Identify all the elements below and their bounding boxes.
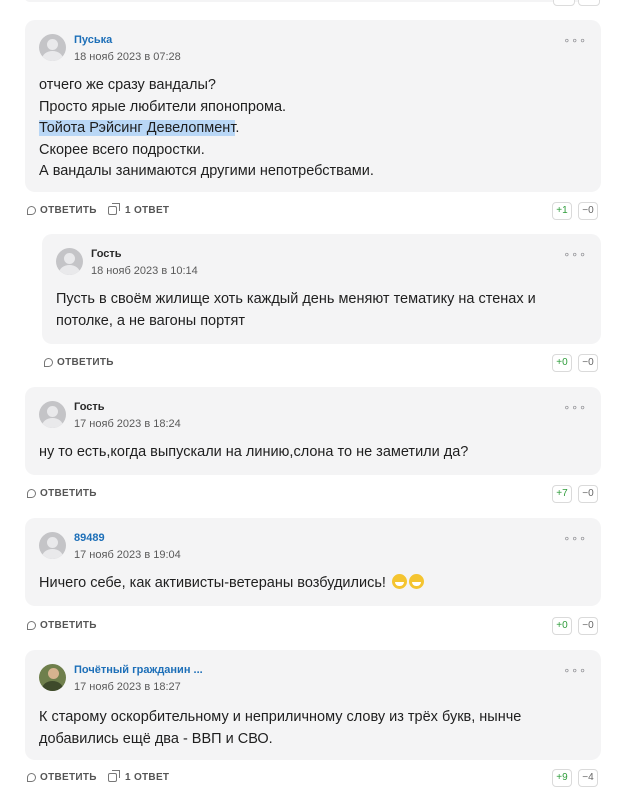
comment-date: 17 нояб 2023 в 18:24 [74, 418, 181, 430]
reply-label: ОТВЕТИТЬ [57, 357, 114, 368]
comment-author[interactable]: Почётный гражданин ... [74, 664, 203, 677]
vote-up-button[interactable]: +9 [552, 769, 572, 787]
comment-author[interactable]: Пуська [74, 34, 181, 47]
replies-count-button[interactable]: 1 ОТВЕТ [108, 770, 170, 783]
comment-author: Гость [74, 401, 105, 413]
vote-down-button[interactable]: −4 [578, 769, 598, 787]
comment-card: Почётный гражданин ... 17 нояб 2023 в 18… [25, 650, 601, 760]
comment-text: Пусть в своём жилище хоть каждый день ме… [56, 291, 536, 329]
vote-down-button-partial[interactable] [578, 0, 600, 6]
more-options-icon[interactable]: ∘∘∘ [563, 401, 587, 414]
reply-icon [27, 773, 36, 782]
vote-up-button[interactable]: +0 [552, 354, 572, 372]
comment-date: 17 нояб 2023 в 19:04 [74, 549, 181, 561]
vote-down-button[interactable]: −0 [578, 354, 598, 372]
vote-up-button[interactable]: +1 [552, 202, 572, 220]
comment-date: 18 нояб 2023 в 07:28 [74, 51, 181, 63]
vote-down-button[interactable]: −0 [578, 617, 598, 635]
comment-text: К старому оскорбительному и неприличному… [39, 709, 522, 747]
more-options-icon[interactable]: ∘∘∘ [563, 532, 587, 545]
avatar[interactable] [39, 532, 66, 559]
more-options-icon[interactable]: ∘∘∘ [563, 248, 587, 261]
selected-text: Тойота Рэйсинг Девелопмент [39, 120, 236, 136]
comment-text: Ничего себе, как активисты-ветераны возб… [39, 573, 587, 595]
vote-up-button[interactable]: +7 [552, 485, 572, 503]
reply-button[interactable]: ОТВЕТИТЬ [27, 620, 97, 631]
avatar[interactable] [39, 664, 66, 691]
comment-author[interactable]: 89489 [74, 532, 181, 545]
reply-icon [27, 489, 36, 498]
reply-label: ОТВЕТИТЬ [40, 205, 97, 216]
reply-icon [44, 358, 53, 367]
reply-label: ОТВЕТИТЬ [40, 772, 97, 783]
previous-comment-card-edge [24, 0, 602, 2]
thread-icon [108, 203, 120, 215]
reply-button[interactable]: ОТВЕТИТЬ [27, 488, 97, 499]
comment-card: Пуська 18 нояб 2023 в 07:28 ∘∘∘ отчего ж… [25, 20, 601, 192]
more-options-icon[interactable]: ∘∘∘ [563, 34, 587, 47]
vote-up-button-partial[interactable] [553, 0, 575, 6]
thread-icon [108, 770, 120, 782]
vote-down-button[interactable]: −0 [578, 202, 598, 220]
comment-text-part: отчего же сразу вандалы? Просто ярые люб… [39, 77, 287, 115]
replies-count-label: 1 ОТВЕТ [125, 772, 170, 783]
reply-label: ОТВЕТИТЬ [40, 620, 97, 631]
replies-count-label: 1 ОТВЕТ [125, 205, 170, 216]
comment-date: 18 нояб 2023 в 10:14 [91, 265, 198, 277]
comment-card-reply: Гость 18 нояб 2023 в 10:14 ∘∘∘ Пусть в с… [42, 234, 601, 344]
comment-date: 17 нояб 2023 в 18:27 [74, 681, 181, 693]
reply-icon [27, 206, 36, 215]
comment-text-part: Ничего себе, как активисты-ветераны возб… [39, 575, 386, 591]
comment-card: Гость 17 нояб 2023 в 18:24 ∘∘∘ ну то ест… [25, 387, 601, 475]
reply-icon [27, 621, 36, 630]
vote-up-button[interactable]: +0 [552, 617, 572, 635]
grinning-face-icon [408, 574, 424, 589]
more-options-icon[interactable]: ∘∘∘ [563, 664, 587, 677]
avatar[interactable] [56, 248, 83, 275]
comment-text: ну то есть,когда выпускали на линию,слон… [39, 444, 469, 460]
comment-text: отчего же сразу вандалы? Просто ярые люб… [39, 75, 587, 183]
grinning-face-icon [391, 574, 407, 589]
reply-button[interactable]: ОТВЕТИТЬ [27, 772, 97, 783]
vote-down-button[interactable]: −0 [578, 485, 598, 503]
avatar[interactable] [39, 34, 66, 61]
reply-label: ОТВЕТИТЬ [40, 488, 97, 499]
comment-author: Гость [91, 248, 122, 260]
reply-button[interactable]: ОТВЕТИТЬ [27, 205, 97, 216]
replies-count-button[interactable]: 1 ОТВЕТ [108, 203, 170, 216]
reply-button[interactable]: ОТВЕТИТЬ [44, 357, 114, 368]
avatar[interactable] [39, 401, 66, 428]
comment-card: 89489 17 нояб 2023 в 19:04 ∘∘∘ Ничего се… [25, 518, 601, 606]
